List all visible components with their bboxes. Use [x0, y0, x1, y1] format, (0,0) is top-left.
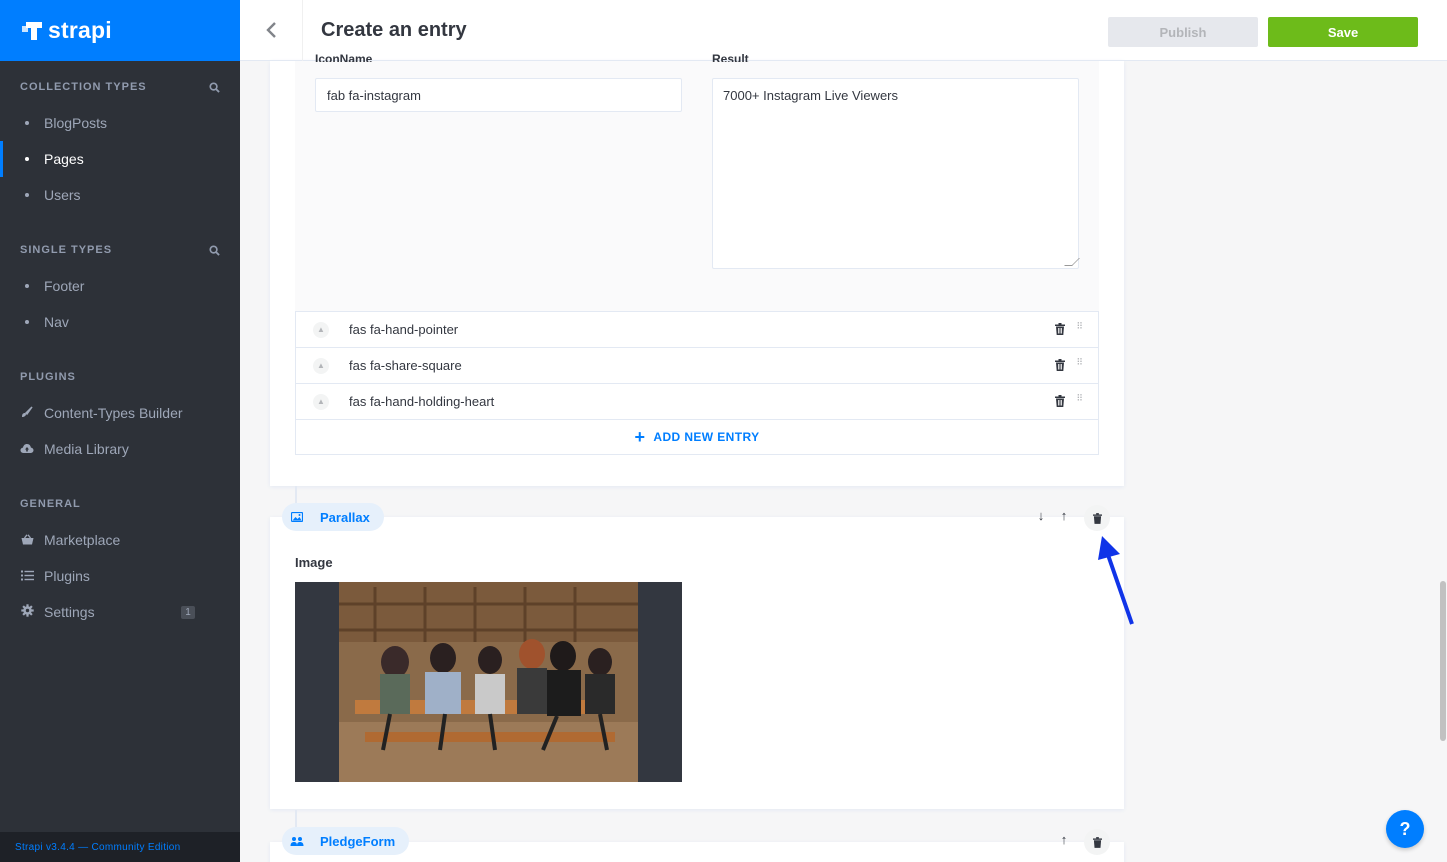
bullet-icon	[25, 121, 29, 125]
top-header: Create an entry Publish Save	[240, 0, 1447, 61]
bullet-icon	[25, 320, 29, 324]
image-label: Image	[295, 555, 333, 570]
component-connector	[295, 486, 297, 504]
move-up-icon[interactable]: ↑	[1057, 832, 1071, 847]
single-types-heading: SINGLE TYPES	[20, 243, 220, 257]
users-icon	[290, 836, 304, 847]
sidebar-item-media-library[interactable]: Media Library	[20, 431, 220, 467]
version-footer[interactable]: Strapi v3.4.4 — Community Edition	[0, 832, 240, 862]
drag-handle-icon[interactable]: ⠿	[1076, 358, 1084, 367]
trash-icon	[1092, 836, 1102, 848]
publish-button[interactable]: Publish	[1108, 17, 1258, 47]
icon-name-label: IconName	[315, 52, 373, 62]
bullet-icon	[25, 193, 29, 197]
plugins-heading: PLUGINS	[20, 371, 76, 383]
sidebar-item-nav[interactable]: Nav	[20, 304, 220, 340]
save-button[interactable]: Save	[1268, 17, 1418, 47]
list-icon	[20, 569, 34, 584]
group-photo-image	[339, 582, 638, 782]
sidebar-item-marketplace[interactable]: Marketplace	[20, 522, 220, 558]
search-icon[interactable]	[209, 244, 220, 256]
page-title: Create an entry	[321, 18, 467, 41]
sidebar-item-footer[interactable]: Footer	[20, 268, 220, 304]
trash-icon	[1092, 512, 1102, 524]
icon-name-input[interactable]: fab fa-instagram	[315, 78, 682, 112]
bullet-icon	[25, 284, 29, 288]
back-button[interactable]	[240, 0, 303, 61]
page-scrollbar[interactable]	[1439, 61, 1447, 862]
drag-handle-icon[interactable]: ⠿	[1076, 322, 1084, 331]
image-preview[interactable]	[295, 582, 682, 782]
list-item[interactable]: ▲ fas fa-share-square ⠿	[296, 348, 1098, 384]
collection-types-heading: COLLECTION TYPES	[20, 80, 220, 94]
annotation-arrow-icon	[1098, 536, 1134, 625]
plus-icon: +	[634, 426, 646, 447]
caret-up-icon[interactable]: ▲	[313, 393, 329, 410]
search-icon[interactable]	[209, 81, 220, 93]
image-icon	[290, 512, 304, 522]
gear-icon	[20, 604, 34, 620]
sidebar-item-content-types-builder[interactable]: Content-Types Builder	[20, 395, 220, 431]
move-down-icon[interactable]: ↓	[1034, 508, 1048, 523]
settings-badge: 1	[181, 606, 195, 619]
delete-component-button[interactable]	[1084, 505, 1110, 531]
list-item[interactable]: ▲ fas fa-hand-holding-heart ⠿	[296, 384, 1098, 420]
sidebar-item-plugins[interactable]: Plugins	[20, 558, 220, 594]
repeatable-list: ▲ fas fa-hand-pointer ⠿ ▲ fas fa-share-s…	[295, 311, 1099, 455]
move-up-icon[interactable]: ↑	[1057, 508, 1071, 523]
paintbrush-icon	[20, 405, 34, 421]
result-text: 7000+ Instagram Live Viewers	[723, 88, 898, 103]
resize-handle-icon[interactable]	[1064, 258, 1080, 266]
scroll-thumb[interactable]	[1440, 581, 1446, 741]
list-item[interactable]: ▲ fas fa-hand-pointer ⠿	[296, 312, 1098, 348]
parallax-component-header[interactable]: Parallax	[282, 503, 384, 531]
sidebar-item-pages[interactable]: Pages	[0, 141, 220, 177]
left-sidebar: strapi COLLECTION TYPES BlogPosts Pages …	[0, 0, 240, 862]
basket-icon	[20, 533, 34, 548]
brand-name: strapi	[48, 17, 112, 43]
caret-up-icon[interactable]: ▲	[313, 321, 329, 338]
add-new-entry-button[interactable]: + ADD NEW ENTRY	[296, 420, 1098, 454]
bullet-icon	[25, 157, 29, 161]
sidebar-item-users[interactable]: Users	[20, 177, 220, 213]
general-heading: GENERAL	[20, 498, 81, 510]
strapi-logo-icon	[22, 21, 42, 40]
component-connector	[295, 810, 297, 828]
result-label: Result	[712, 52, 749, 62]
trash-icon[interactable]	[1055, 359, 1065, 371]
trash-icon[interactable]	[1055, 323, 1065, 335]
caret-up-icon[interactable]: ▲	[313, 357, 329, 374]
help-button[interactable]: ?	[1386, 810, 1424, 848]
trash-icon[interactable]	[1055, 395, 1065, 407]
sidebar-item-blogposts[interactable]: BlogPosts	[20, 105, 220, 141]
result-textarea[interactable]: 7000+ Instagram Live Viewers	[712, 78, 1080, 269]
brand-header[interactable]: strapi	[0, 0, 240, 61]
chevron-left-icon	[266, 22, 276, 38]
pledge-form-component-header[interactable]: PledgeForm	[282, 827, 410, 855]
sidebar-item-settings[interactable]: Settings 1	[20, 594, 220, 630]
drag-handle-icon[interactable]: ⠿	[1076, 394, 1084, 403]
delete-component-button[interactable]	[1084, 829, 1110, 855]
cloud-upload-icon	[20, 442, 34, 457]
